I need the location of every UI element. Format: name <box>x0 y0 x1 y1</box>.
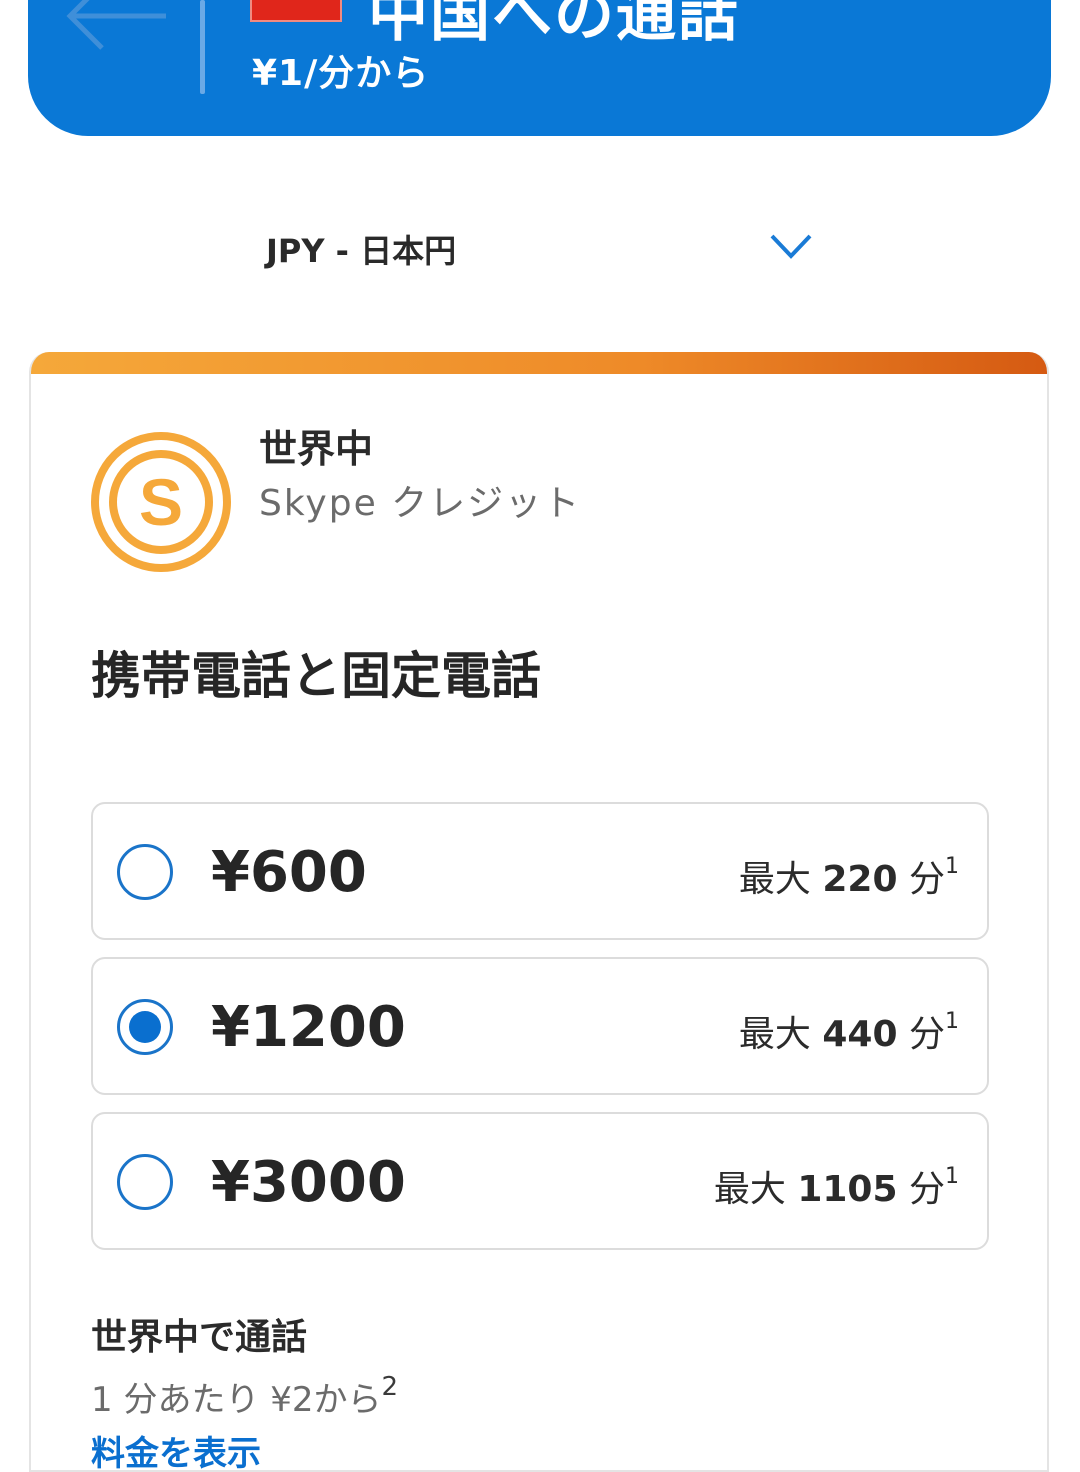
option-price: ¥1200 <box>211 995 406 1060</box>
view-rates-link[interactable]: 料金を表示 <box>91 1426 261 1470</box>
header-divider <box>200 0 205 94</box>
page-subtitle: ¥1/分から <box>252 53 430 94</box>
radio-button-selected[interactable] <box>117 999 173 1055</box>
chevron-down-icon <box>770 234 812 259</box>
currency-selected-value: JPY - 日本円 <box>266 232 457 270</box>
plan-title: 世界中 <box>259 427 374 471</box>
plan-option-600[interactable]: ¥600 最大 220 分1 <box>91 802 989 940</box>
plan-accent-bar <box>31 352 1047 374</box>
option-minutes: 最大 440 分1 <box>738 1009 959 1055</box>
svg-text:S: S <box>139 465 183 539</box>
option-price: ¥3000 <box>211 1150 406 1215</box>
world-call-rate: 1 分あたり ¥2から2 <box>91 1372 399 1420</box>
option-price: ¥600 <box>211 840 367 905</box>
radio-button[interactable] <box>117 1154 173 1210</box>
option-minutes: 最大 1105 分1 <box>713 1164 959 1210</box>
option-minutes: 最大 220 分1 <box>738 854 959 900</box>
section-title: 携帯電話と固定電話 <box>91 647 541 705</box>
back-arrow-icon[interactable] <box>62 0 172 58</box>
world-call-title: 世界中で通話 <box>91 1317 308 1358</box>
plan-card: S 世界中 Skype クレジット 携帯電話と固定電話 ¥600 最大 220 … <box>29 352 1049 1472</box>
china-flag-icon <box>250 0 342 22</box>
plan-subtitle: Skype クレジット <box>259 483 582 524</box>
plan-option-1200[interactable]: ¥1200 最大 440 分1 <box>91 957 989 1095</box>
skype-credit-icon: S <box>91 432 231 572</box>
radio-button[interactable] <box>117 844 173 900</box>
currency-select[interactable]: JPY - 日本円 <box>266 222 826 272</box>
plan-option-3000[interactable]: ¥3000 最大 1105 分1 <box>91 1112 989 1250</box>
